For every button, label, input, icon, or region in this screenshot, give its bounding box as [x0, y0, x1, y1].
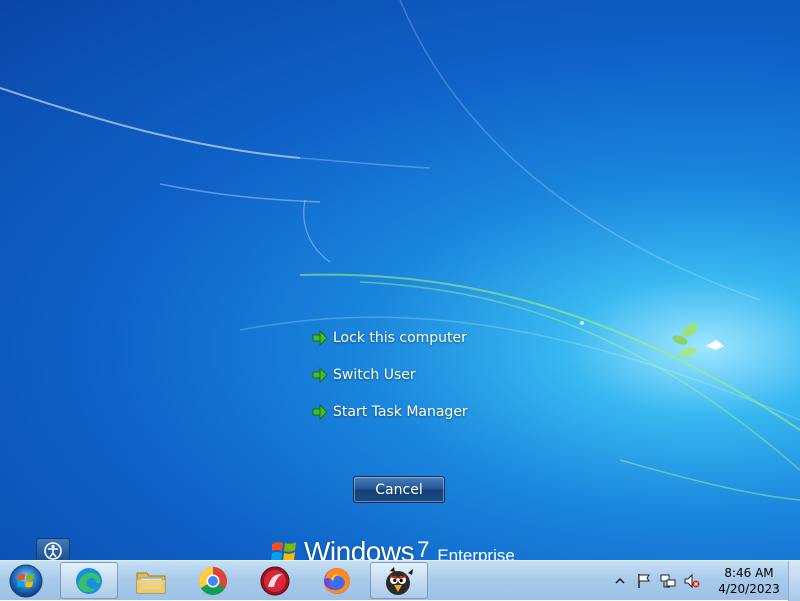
cancel-button[interactable]: Cancel: [353, 476, 445, 503]
red-circle-app-icon: [260, 566, 290, 595]
clock-date: 4/20/2023: [718, 582, 780, 596]
volume-button[interactable]: [684, 573, 700, 589]
show-desktop-button[interactable]: [788, 561, 800, 601]
ease-of-access-icon: [44, 542, 62, 560]
network-button[interactable]: [660, 573, 676, 589]
system-tray: [612, 561, 708, 601]
action-center-button[interactable]: [636, 573, 652, 589]
taskbar: 8:46 AM 4/20/2023: [0, 560, 800, 601]
switch-user-label: Switch User: [333, 367, 416, 383]
task-manager-option[interactable]: Start Task Manager: [312, 402, 468, 422]
windows-product-name: Windows: [304, 536, 415, 560]
ease-of-access-button[interactable]: [36, 538, 70, 560]
windows-version: 7: [417, 537, 430, 560]
edge-icon: [76, 567, 102, 594]
taskbar-explorer-button[interactable]: [122, 562, 180, 599]
desktop-background: Lock this computer Switch User Start Tas…: [0, 0, 800, 560]
green-arrow-icon: [312, 330, 328, 346]
angry-bird-icon: [386, 566, 413, 595]
taskbar-red-app-button[interactable]: [246, 562, 304, 599]
firefox-icon: [324, 567, 350, 594]
clock-time: 8:46 AM: [724, 566, 774, 580]
windows-start-orb-icon: [9, 564, 43, 598]
green-arrow-icon: [312, 367, 328, 383]
windows-branding: Windows 7 Enterprise: [270, 536, 515, 560]
windows-flag-logo-icon: [271, 542, 296, 560]
switch-user-option[interactable]: Switch User: [312, 365, 468, 385]
chevron-up-icon: [615, 577, 625, 584]
windows-edition: Enterprise: [437, 546, 515, 560]
network-icon: [660, 574, 676, 588]
task-manager-label: Start Task Manager: [333, 404, 468, 420]
start-button[interactable]: [7, 563, 45, 599]
show-hidden-icons-button[interactable]: [612, 573, 628, 589]
volume-muted-icon: [684, 573, 700, 589]
security-options-list: Lock this computer Switch User Start Tas…: [312, 328, 468, 439]
taskbar-firefox-button[interactable]: [308, 562, 366, 599]
lock-computer-option[interactable]: Lock this computer: [312, 328, 468, 348]
green-arrow-icon: [312, 404, 328, 420]
action-center-flag-icon: [638, 574, 650, 588]
taskbar-clock[interactable]: 8:46 AM 4/20/2023: [712, 565, 786, 597]
chrome-icon: [199, 566, 227, 595]
taskbar-chrome-button[interactable]: [184, 562, 242, 599]
folder-icon: [136, 572, 166, 593]
taskbar-game-button[interactable]: [370, 562, 428, 599]
taskbar-edge-button[interactable]: [60, 562, 118, 599]
lock-computer-label: Lock this computer: [333, 330, 467, 346]
